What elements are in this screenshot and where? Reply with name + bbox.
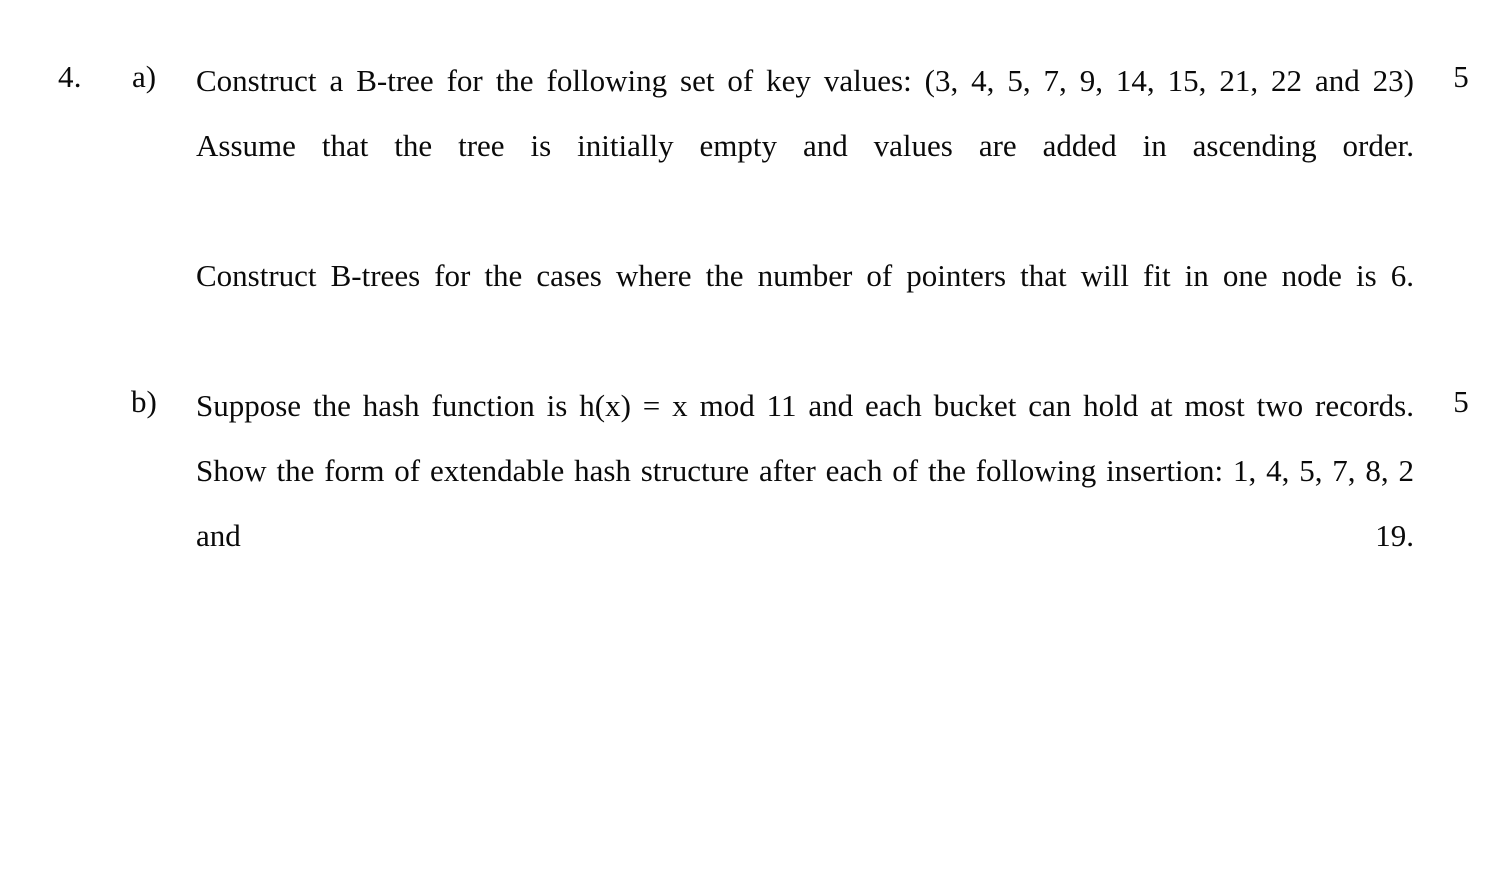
part-a-marks: 5 — [1453, 59, 1469, 94]
question-number: 4. — [58, 59, 82, 94]
document-page: 4. a) Construct a B-tree for the followi… — [0, 0, 1510, 874]
part-label-b: b) — [131, 384, 157, 419]
part-a-body: Construct a B-tree for the following set… — [196, 48, 1414, 373]
part-a-paragraph-1: Construct a B-tree for the following set… — [196, 63, 1414, 163]
part-a-paragraph-2: Construct B-trees for the cases where th… — [196, 258, 1414, 293]
part-b-marks: 5 — [1453, 384, 1469, 419]
part-b-paragraph-1: Suppose the hash function is h(x) = x mo… — [196, 388, 1414, 553]
part-label-a: a) — [132, 59, 157, 94]
part-b-body: Suppose the hash function is h(x) = x mo… — [196, 373, 1414, 633]
